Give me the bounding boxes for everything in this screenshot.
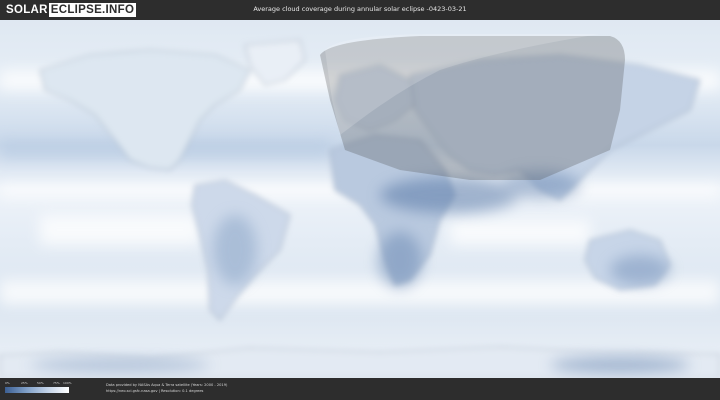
cloud-coverage-legend-bar bbox=[5, 387, 69, 393]
legend-tick-50: 50% bbox=[37, 381, 44, 385]
page-title: Average cloud coverage during annular so… bbox=[253, 5, 467, 13]
footer-bar: 0% 25% 50% 75% 100% Data provided by NAS… bbox=[0, 378, 720, 400]
legend-tick-75: 75% bbox=[53, 381, 60, 385]
data-credit: Data provided by NASAs Aqua & Terra sate… bbox=[106, 383, 228, 387]
header-bar: SOLAR ECLIPSE.INFO Average cloud coverag… bbox=[0, 0, 720, 20]
cloud-coverage-map bbox=[0, 20, 720, 378]
legend-tick-100: 100% bbox=[63, 381, 72, 385]
legend-tick-0: 0% bbox=[5, 381, 10, 385]
data-source-link[interactable]: https://neo.sci.gsfc.nasa.gov | Resoluti… bbox=[106, 389, 203, 393]
legend-tick-25: 25% bbox=[21, 381, 28, 385]
